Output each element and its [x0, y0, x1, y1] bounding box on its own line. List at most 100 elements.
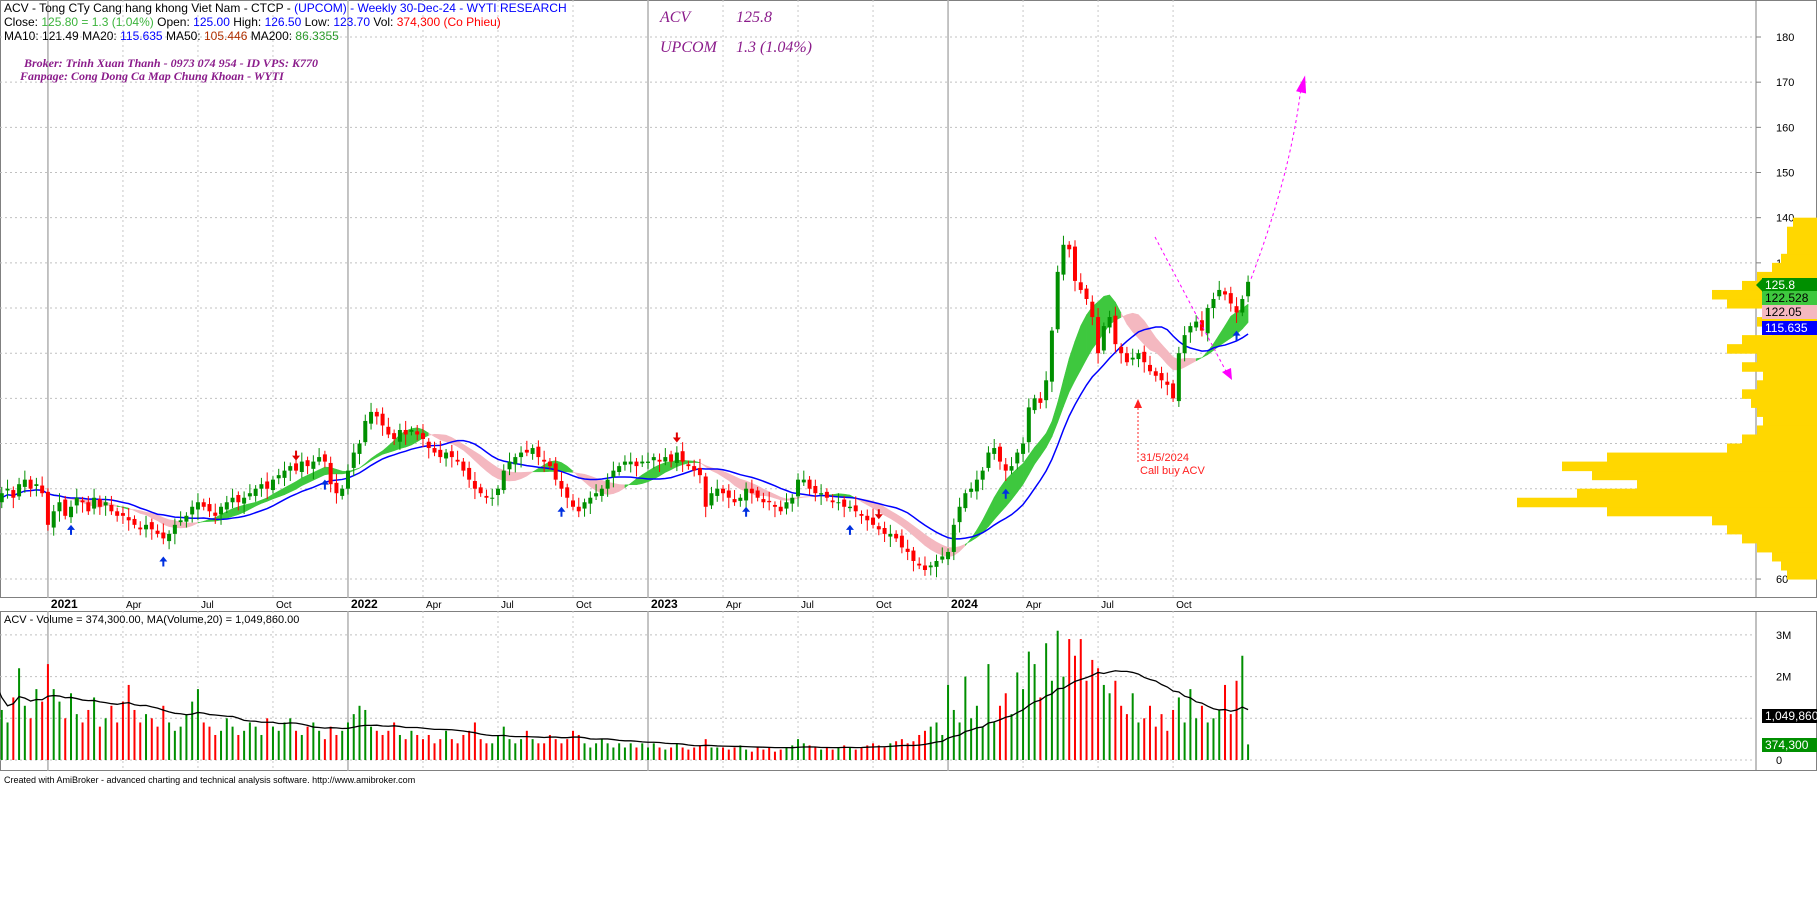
ma50-value: 105.446 [203, 29, 248, 43]
candle-body [5, 488, 10, 491]
volume-bar [1154, 726, 1157, 760]
volume-profile-bar [1712, 515, 1817, 526]
volume-bar [485, 743, 488, 760]
volume-bar [900, 739, 903, 760]
volume-bar [52, 689, 55, 760]
candle-body [992, 448, 997, 454]
volume-bar [23, 705, 26, 760]
candle-body [490, 497, 495, 499]
ma-ribbon-segment [768, 491, 776, 499]
candle-body [853, 505, 858, 512]
volume-tick-label: 2M [1776, 672, 1791, 684]
ma-ribbon-segment [1184, 358, 1191, 368]
volume-bar [1212, 718, 1215, 760]
volume-bar [121, 701, 124, 760]
volume-bar [877, 745, 880, 760]
candle [230, 488, 235, 509]
close-label: Close: [4, 15, 39, 29]
candle-body [1038, 398, 1043, 403]
candle-body [115, 511, 120, 516]
volume-bar [652, 743, 655, 760]
candle-body [594, 493, 599, 497]
candle-body [507, 461, 512, 470]
ma-ribbon-segment [1051, 402, 1058, 437]
candle-body [628, 461, 633, 465]
ma-ribbon-segment [255, 499, 262, 507]
volume-bar [323, 739, 326, 760]
candle [11, 486, 16, 509]
volume-bar [768, 747, 771, 760]
ma20-label: MA20: [82, 29, 117, 43]
candle [576, 497, 581, 518]
candle-body [963, 493, 968, 509]
candle [680, 442, 685, 472]
volume-bar [641, 743, 644, 760]
candle [513, 453, 518, 473]
ma-ribbon-segment [780, 496, 787, 501]
candle-body [120, 513, 125, 516]
candle [969, 482, 974, 498]
candle [1136, 349, 1141, 368]
open-label: Open: [157, 15, 190, 29]
ma-ribbon-segment [965, 537, 972, 547]
candle-body [230, 497, 235, 503]
ma-ribbon-segment [284, 484, 291, 496]
x-tick-label: Jul [201, 600, 214, 611]
close-value: 125.80 = 1.3 (1.04%) [41, 15, 154, 29]
candle-body [732, 499, 737, 503]
volume-bar [341, 730, 344, 760]
volume-profile-bar [1757, 425, 1817, 435]
ma-ribbon-segment [1074, 325, 1082, 381]
volume-bar [1125, 714, 1128, 760]
candle-body [801, 479, 806, 483]
ma-ribbon-segment [463, 443, 470, 456]
volume-bar [1062, 676, 1065, 760]
volume-bar [271, 726, 274, 760]
ma-ribbon-segment [613, 482, 620, 495]
candle [299, 452, 304, 478]
ma-ribbon-segment [163, 517, 170, 528]
candle-body [1153, 371, 1158, 376]
volume-bar [220, 730, 223, 760]
candle-body [1078, 282, 1083, 290]
volume-bar [479, 739, 482, 760]
volume-bar [998, 705, 1001, 760]
candle [69, 500, 74, 524]
candle-body [1142, 351, 1147, 363]
ma-ribbon-segment [584, 473, 591, 488]
target-arrow-icon [1296, 75, 1307, 94]
x-tick-label: Apr [426, 600, 442, 611]
volume-bar [116, 722, 119, 760]
volume-bar [254, 726, 257, 760]
candle-body [155, 530, 160, 534]
candle-body [1136, 353, 1141, 360]
ma-ribbon-segment [763, 488, 770, 497]
volume-header: ACV - Volume = 374,300.00, MA(Volume,20)… [4, 614, 300, 626]
ma-ribbon-segment [699, 461, 706, 468]
candle [963, 489, 968, 512]
candle-body [709, 493, 714, 506]
candle [1159, 366, 1164, 389]
candle [132, 515, 137, 529]
volume-bar [1056, 630, 1059, 760]
candle [911, 546, 916, 572]
x-tick-label: Apr [1026, 600, 1042, 611]
ma20-line [0, 326, 1249, 540]
volume-marker-label-text: 1,049,860 [1765, 709, 1817, 723]
candle-body [409, 429, 414, 432]
ma-ribbon-segment [705, 465, 712, 472]
candle-body [444, 452, 449, 459]
candle-body [276, 475, 281, 479]
volume-bar [618, 743, 621, 760]
ma-ribbon-segment [774, 494, 781, 501]
candle [478, 483, 483, 497]
candle-body [697, 467, 702, 476]
price-tick-label: 140 [1776, 213, 1794, 225]
ma-ribbon-segment [122, 506, 129, 510]
candle [444, 448, 449, 467]
ma-ribbon-segment [636, 474, 643, 486]
candle-body [265, 481, 270, 489]
price-marker-label: 125.8 [1762, 278, 1817, 292]
volume-bar [1004, 693, 1007, 760]
volume-bar [1085, 680, 1088, 760]
